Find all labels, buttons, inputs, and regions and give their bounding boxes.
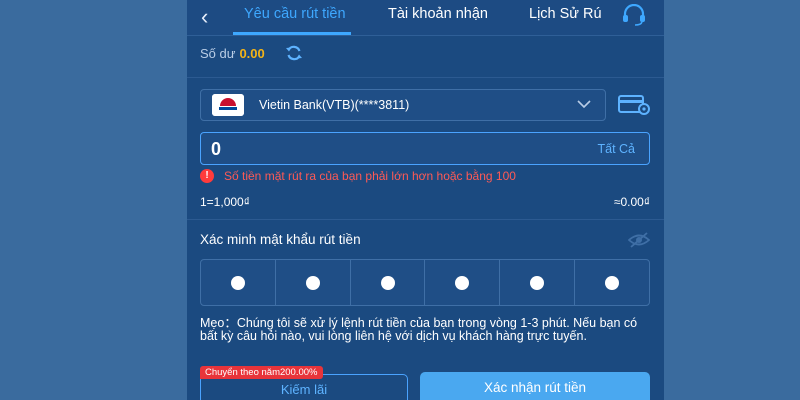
balance-label: Số dư (200, 46, 236, 61)
headset-icon[interactable] (621, 4, 647, 26)
tab-withdraw-request[interactable]: Yêu cầu rút tiền (244, 6, 346, 22)
pin-digit[interactable] (201, 260, 276, 305)
pin-digit[interactable] (575, 260, 649, 305)
refresh-icon[interactable] (285, 44, 303, 62)
vietinbank-logo-icon (212, 94, 244, 116)
chevron-left-icon[interactable]: ‹ (201, 4, 208, 30)
pin-digit[interactable] (276, 260, 351, 305)
top-nav: ‹ Yêu cầu rút tiền Tài khoản nhận Lịch S… (187, 0, 664, 36)
card-settings-icon[interactable] (618, 95, 650, 115)
tab-history[interactable]: Lịch Sử Rú (529, 6, 602, 22)
pin-dot (530, 275, 545, 290)
active-tab-indicator (233, 32, 351, 35)
exchange-rate: 1=1,000₫ (200, 195, 250, 209)
withdraw-screen: ‹ Yêu cầu rút tiền Tài khoản nhận Lịch S… (187, 0, 664, 400)
section-divider (187, 77, 664, 78)
eye-off-icon[interactable] (628, 232, 650, 248)
pin-digit[interactable] (500, 260, 576, 305)
chevron-down-icon (577, 100, 591, 109)
converted-amount: ≈0.00₫ (613, 195, 650, 209)
amount-input[interactable] (211, 138, 511, 160)
right-backdrop (664, 0, 800, 400)
withdraw-amount-field: Tất Cả (200, 132, 650, 165)
left-backdrop (0, 0, 187, 400)
pin-dot (230, 275, 245, 290)
bank-account-select[interactable]: Vietin Bank(VTB)(****3811) (200, 89, 606, 121)
password-label: Xác minh mật khẩu rút tiền (200, 232, 361, 247)
pin-dot (605, 275, 620, 290)
confirm-withdraw-button[interactable]: Xác nhận rút tiền (420, 372, 650, 400)
pin-dot (455, 275, 470, 290)
bank-account-name: Vietin Bank(VTB)(****3811) (259, 98, 410, 112)
withdraw-all-button[interactable]: Tất Cả (597, 142, 635, 156)
balance-display: Số dư 0.00 (200, 46, 265, 61)
section-divider (187, 219, 664, 220)
pin-dot (380, 275, 395, 290)
exclamation-icon: ! (200, 169, 214, 183)
pin-digit[interactable] (425, 260, 501, 305)
promo-badge: Chuyển theo năm200.00% (200, 366, 323, 379)
pin-dot (305, 275, 320, 290)
withdraw-tip: Mẹo：Chúng tôi sẽ xử lý lệnh rút tiền của… (200, 316, 638, 343)
password-pin-input[interactable] (200, 259, 650, 306)
error-message: Số tiền mặt rút ra của bạn phải lớn hơn … (224, 169, 516, 183)
tab-receiving-account[interactable]: Tài khoản nhận (388, 6, 488, 22)
balance-value: 0.00 (239, 46, 265, 61)
pin-digit[interactable] (351, 260, 426, 305)
